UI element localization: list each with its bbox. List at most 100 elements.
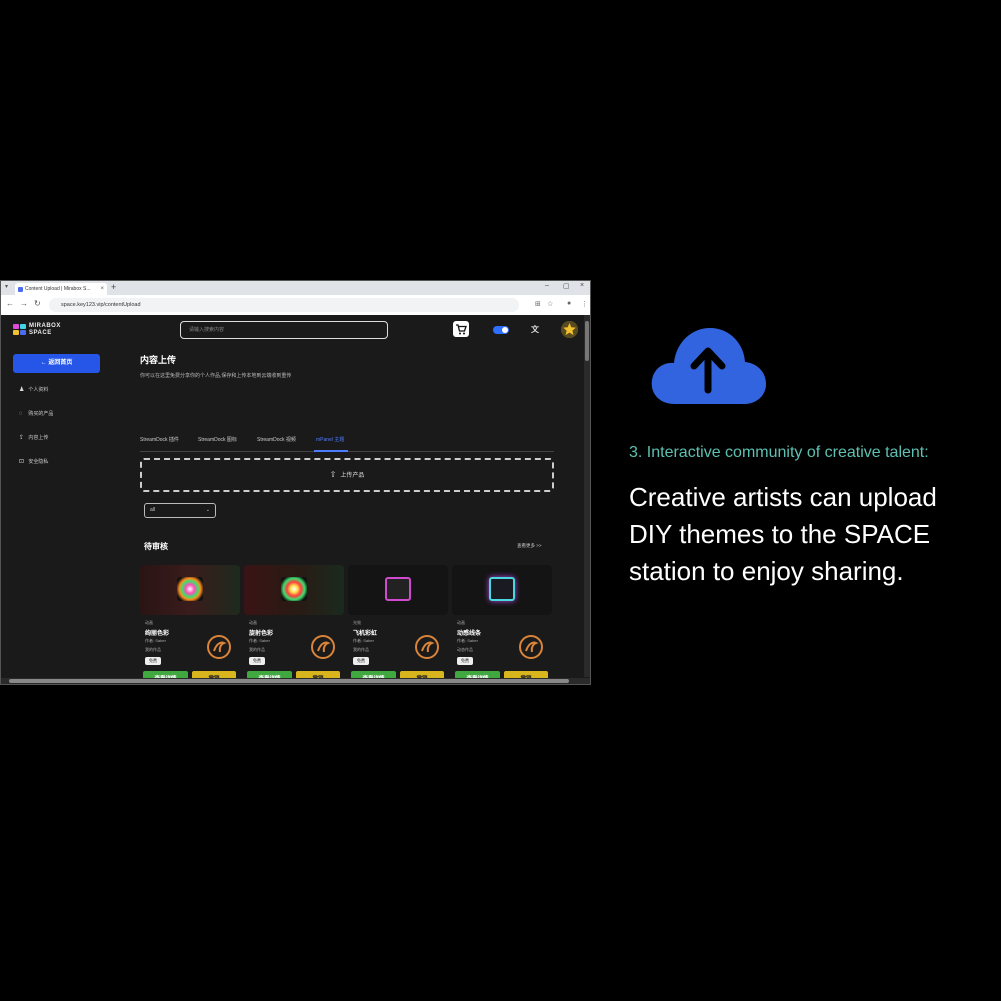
forward-arrow-icon[interactable]: → (20, 299, 28, 308)
price-badge: 免费 (145, 657, 161, 665)
theme-toggle[interactable] (493, 326, 509, 334)
avatar[interactable] (561, 321, 578, 338)
reload-icon[interactable]: ↻ (34, 299, 41, 308)
minimize-button[interactable]: – (545, 282, 549, 289)
new-tab-button[interactable]: + (111, 282, 116, 292)
card-meta: 动态作品 (457, 647, 473, 652)
card-meta: 我的作品 (145, 647, 161, 652)
logo-line1: MIRABOX (29, 323, 61, 329)
browser-tab[interactable]: Content Upload | Mirabox S... × (15, 283, 107, 295)
card-name: 绚丽色彩 (145, 631, 170, 637)
tab-title: Content Upload | Mirabox S... (25, 286, 91, 292)
maximize-button[interactable]: ▢ (563, 282, 570, 290)
theme-card[interactable]: 光效 飞机彩虹 作者: Saber 我的作品 免费 查看详情 撤销 (348, 565, 448, 684)
search-input[interactable]: 请输入搜索内容 (180, 321, 388, 339)
search-placeholder: 请输入搜索内容 (189, 327, 225, 333)
card-name: 动感线条 (457, 631, 482, 637)
back-home-button[interactable]: ← 返回首页 (13, 354, 100, 373)
browser-window: ▾ Content Upload | Mirabox S... × + – ▢ … (0, 280, 591, 685)
price-badge: 免费 (457, 657, 473, 665)
filter-value: all (150, 507, 156, 513)
theme-preview-icon (177, 577, 203, 601)
card-author: 作者: Saber (145, 638, 166, 643)
avatar-image (561, 321, 578, 338)
review-stamp-icon (519, 635, 543, 659)
card-category: 动画 (249, 620, 257, 625)
more-menu-icon[interactable]: ⋮ (581, 300, 588, 308)
close-window-button[interactable]: × (580, 282, 584, 289)
sidebar-item-label: 内容上传 (28, 435, 49, 441)
active-tab-indicator (314, 450, 348, 452)
card-author: 作者: Saber (353, 638, 374, 643)
tab-close-icon[interactable]: × (100, 283, 104, 295)
sidebar-item-upload[interactable]: ⇪ 内容上传 (19, 433, 48, 443)
back-arrow-icon[interactable]: ← (6, 299, 14, 308)
hscroll-thumb[interactable] (9, 679, 569, 683)
theme-preview-icon (281, 577, 307, 601)
logo-mark-icon (13, 324, 27, 336)
feature-caption-body: Creative artists can upload DIY themes t… (629, 482, 937, 586)
review-stamp-icon (415, 635, 439, 659)
view-more-link[interactable]: 查看更多 >> (517, 543, 542, 549)
tab-streamdock-plugin[interactable]: StreamDock 插件 (140, 436, 179, 443)
sidebar-item-label: 安全隐私 (28, 459, 49, 465)
card-name: 旋射色彩 (249, 631, 274, 637)
price-badge: 免费 (249, 657, 265, 665)
cart-icon (456, 324, 467, 335)
sidebar-item-label: 购买的产品 (28, 411, 54, 417)
pending-review-title: 待审核 (144, 542, 168, 551)
tab-menu-icon[interactable]: ▾ (5, 283, 8, 290)
sidebar-item-purchases[interactable]: ◌ 购买的产品 (19, 409, 53, 419)
upload-arrow-icon: ⇧ (329, 470, 337, 479)
sidebar-item-label: 个人资料 (28, 387, 49, 393)
price-badge: 免费 (353, 657, 369, 665)
chevron-down-icon: ⌄ (205, 507, 210, 513)
address-bar: ← → ↻ space.key123.vip/contentUpload ⊞ ☆… (1, 295, 590, 316)
logo-line2: SPACE (29, 330, 52, 336)
review-stamp-icon (207, 635, 231, 659)
theme-preview-icon (489, 577, 515, 601)
page-description: 你可以在这里免费分享你的个人作品,保存和上传本地到云端收到重传 (140, 373, 292, 379)
sidebar-item-profile[interactable]: ♟ 个人资料 (19, 385, 48, 395)
theme-card[interactable]: 动画 旋射色彩 作者: Saber 我的作品 免费 查看详情 撤销 (244, 565, 344, 684)
lock-icon: ⊡ (19, 459, 25, 465)
url-field[interactable]: space.key123.vip/contentUpload (49, 298, 519, 312)
page-title: 内容上传 (140, 355, 177, 365)
upload-icon: ⇪ (19, 435, 25, 441)
favicon-icon (18, 287, 23, 292)
tab-mpanel-theme[interactable]: mPanel 主题 (316, 436, 344, 443)
tab-streamdock-icon[interactable]: StreamDock 图标 (198, 436, 237, 443)
card-author: 作者: Saber (249, 638, 270, 643)
theme-thumbnail[interactable] (140, 565, 240, 615)
card-author: 作者: Saber (457, 638, 478, 643)
mirabox-logo[interactable]: MIRABOX SPACE (13, 323, 73, 339)
profile-icon[interactable]: ● (567, 300, 571, 307)
feature-caption-heading: 3. Interactive community of creative tal… (629, 444, 929, 461)
horizontal-scrollbar[interactable] (1, 678, 590, 684)
theme-thumbnail[interactable] (244, 565, 344, 615)
language-icon[interactable]: 文 (531, 324, 539, 335)
card-category: 动画 (457, 620, 465, 625)
star-icon[interactable]: ☆ (547, 300, 553, 308)
sidebar-item-security[interactable]: ⊡ 安全隐私 (19, 457, 48, 467)
upload-dropzone[interactable]: ⇧ 上传产品 (140, 458, 554, 492)
review-stamp-icon (311, 635, 335, 659)
app-page: MIRABOX SPACE 请输入搜索内容 文 ← 返回首页 ♟ 个人资料 ◌ … (1, 315, 586, 684)
vertical-scrollbar[interactable] (584, 315, 590, 677)
cart-button[interactable] (453, 321, 469, 337)
theme-card[interactable]: 动画 动感线条 作者: Saber 动态作品 免费 查看详情 撤销 (452, 565, 552, 684)
theme-card[interactable]: 动画 绚丽色彩 作者: Saber 我的作品 免费 查看详情 撤销 (140, 565, 240, 684)
theme-preview-icon (385, 577, 411, 601)
scroll-thumb[interactable] (585, 321, 589, 361)
card-name: 飞机彩虹 (353, 631, 378, 637)
card-meta: 我的作品 (353, 647, 369, 652)
card-category: 动画 (145, 620, 153, 625)
filter-select[interactable]: all ⌄ (144, 503, 216, 518)
browser-tabbar: ▾ Content Upload | Mirabox S... × + – ▢ … (1, 281, 590, 295)
theme-thumbnail[interactable] (348, 565, 448, 615)
cloud-upload-icon (651, 328, 766, 404)
translate-icon[interactable]: ⊞ (535, 300, 541, 308)
bag-icon: ◌ (19, 411, 23, 417)
tab-streamdock-video[interactable]: StreamDock 视频 (257, 436, 296, 443)
theme-thumbnail[interactable] (452, 565, 552, 615)
